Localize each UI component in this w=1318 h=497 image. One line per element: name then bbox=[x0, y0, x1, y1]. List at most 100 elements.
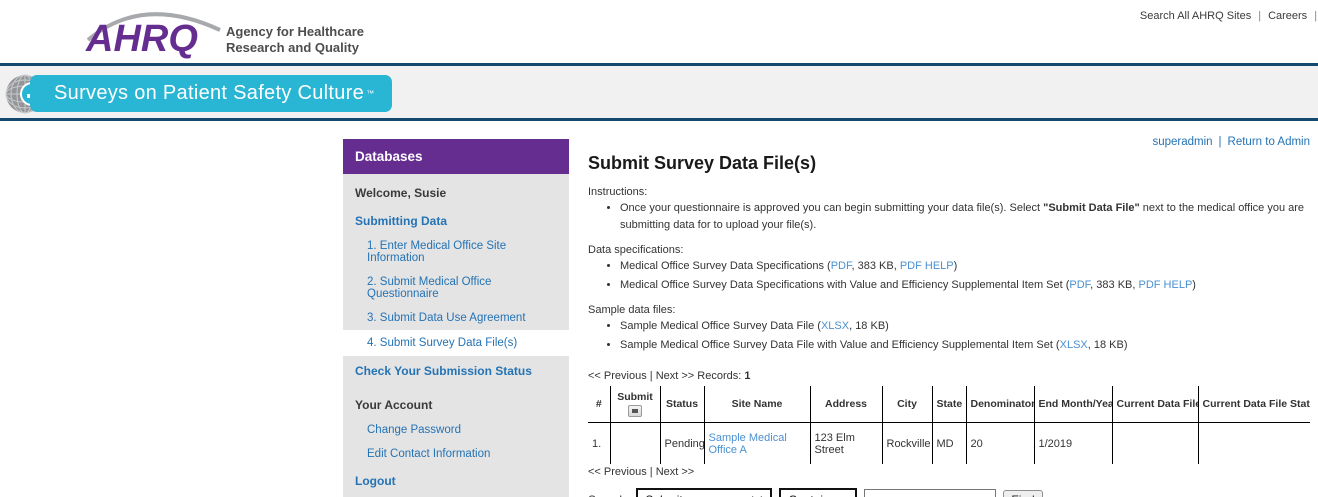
table-row: 1. PendingSample Medical Office A 123 Elm … bbox=[588, 422, 1310, 464]
text-segment: Medical Office Survey Data Specification… bbox=[620, 260, 831, 272]
sidebar: Databases Welcome, SusieSubmitting Data1… bbox=[343, 139, 569, 497]
sidebar-item-submitting-data[interactable]: Submitting Data bbox=[343, 208, 569, 234]
column-header: City bbox=[882, 386, 932, 422]
next-link[interactable]: Next >> bbox=[656, 466, 695, 478]
search-operator-select[interactable]: Contains bbox=[779, 488, 857, 497]
previous-link[interactable]: << Previous bbox=[588, 370, 647, 382]
search-operator-value: Contains bbox=[788, 493, 835, 497]
column-header-label: Current Data File Status bbox=[1203, 398, 1311, 410]
column-header: Current Data File Status bbox=[1198, 386, 1310, 422]
inline-link[interactable]: PDF bbox=[1069, 279, 1090, 291]
records-label: Records: bbox=[697, 370, 741, 382]
table-cell: 20 bbox=[966, 422, 1034, 464]
table-cell: MD bbox=[932, 422, 966, 464]
table-cell: 1. bbox=[588, 422, 610, 464]
column-header: Submit bbox=[610, 386, 660, 422]
sidebar-item-2-submit-medical-office-questionnaire[interactable]: 2. Submit Medical Office Questionnaire bbox=[343, 270, 569, 306]
text-segment: , 383 KB, bbox=[852, 260, 900, 272]
sidebar-item-logout[interactable]: Logout bbox=[343, 468, 569, 494]
site-name-link[interactable]: Sample Medical Office A bbox=[709, 432, 787, 456]
ahrq-logo[interactable]: AHRQ bbox=[84, 4, 224, 62]
agency-name: Agency for Healthcare Research and Quali… bbox=[226, 24, 386, 57]
find-button[interactable]: Find bbox=[1003, 490, 1042, 497]
sidebar-title: Databases bbox=[343, 139, 569, 174]
column-header-label: End Month/Year bbox=[1039, 398, 1113, 410]
section-label: Sample data files: bbox=[588, 304, 1314, 316]
top-link[interactable]: Search All AHRQ Sites bbox=[1140, 10, 1251, 22]
text-segment: Sample Medical Office Survey Data File ( bbox=[620, 320, 821, 332]
text-segment: Sample Medical Office Survey Data File w… bbox=[620, 339, 1060, 351]
sidebar-item-3-submit-data-use-agreement[interactable]: 3. Submit Data Use Agreement bbox=[343, 306, 569, 330]
page-title: Submit Survey Data File(s) bbox=[588, 153, 1314, 174]
submit-sort-icon bbox=[632, 409, 638, 413]
ahrq-swoosh-icon: AHRQ bbox=[84, 4, 224, 62]
table-cell bbox=[610, 422, 660, 464]
table-cell: 1/2019 bbox=[1034, 422, 1112, 464]
search-field-value: Submit bbox=[645, 493, 682, 497]
top-link-separator: | bbox=[1258, 10, 1261, 22]
search-field-select[interactable]: Submit bbox=[636, 488, 772, 497]
table-cell: Sample Medical Office A bbox=[704, 422, 810, 464]
text-segment: ) bbox=[954, 260, 958, 272]
column-header-label: Site Name bbox=[732, 398, 783, 410]
bullet-item: Once your questionnaire is approved you … bbox=[620, 200, 1310, 234]
sidebar-nav: Welcome, SusieSubmitting Data1. Enter Me… bbox=[343, 174, 569, 497]
sidebar-item-your-account: Your Account bbox=[343, 392, 569, 418]
column-header-label: Status bbox=[666, 398, 698, 410]
logo-text: AHRQ bbox=[85, 18, 198, 60]
submit-sort-button[interactable] bbox=[628, 405, 642, 417]
table-cell: Rockville bbox=[882, 422, 932, 464]
main-content: Submit Survey Data File(s) Instructions:… bbox=[588, 121, 1314, 497]
bullet-item: Medical Office Survey Data Specification… bbox=[620, 277, 1310, 294]
column-header-label: # bbox=[596, 398, 602, 410]
sidebar-item-check-your-submission-status[interactable]: Check Your Submission Status bbox=[343, 358, 569, 384]
search-bar: Search: Submit Contains Find bbox=[588, 488, 1314, 497]
search-input[interactable] bbox=[864, 489, 996, 497]
column-header: Current Data File bbox=[1112, 386, 1198, 422]
next-link[interactable]: Next >> bbox=[656, 370, 695, 382]
sidebar-item-change-password[interactable]: Change Password bbox=[343, 418, 569, 442]
table-cell bbox=[1198, 422, 1310, 464]
text-segment: ) bbox=[1192, 279, 1196, 291]
column-header-label: Address bbox=[825, 398, 867, 410]
bullet-item: Sample Medical Office Survey Data File (… bbox=[620, 318, 1310, 335]
text-segment: Once your questionnaire is approved you … bbox=[620, 202, 1043, 214]
sidebar-item-1-enter-medical-office-site-information[interactable]: 1. Enter Medical Office Site Information bbox=[343, 234, 569, 270]
submissions-table: # Submit Status Site Name Address City StateDe… bbox=[588, 386, 1310, 464]
pagination-top: << Previous | Next >> Records: 1 bbox=[588, 370, 1314, 382]
table-body: 1. PendingSample Medical Office A 123 Elm … bbox=[588, 422, 1310, 464]
records-value: 1 bbox=[744, 370, 750, 382]
text-segment: , 18 KB) bbox=[1088, 339, 1128, 351]
site-header: AHRQ Agency for Healthcare Research and … bbox=[0, 0, 1318, 66]
column-header: Denominator bbox=[966, 386, 1034, 422]
text-segment: , 383 KB, bbox=[1090, 279, 1138, 291]
column-header-label: Submit bbox=[617, 391, 653, 403]
inline-link[interactable]: XLSX bbox=[821, 320, 849, 332]
trademark-symbol: ™ bbox=[366, 89, 374, 98]
column-header-label: Current Data File bbox=[1117, 398, 1199, 410]
sidebar-item-4-submit-survey-data-file-s[interactable]: 4. Submit Survey Data File(s) bbox=[343, 330, 569, 356]
previous-link[interactable]: << Previous bbox=[588, 466, 647, 478]
column-header: Site Name bbox=[704, 386, 810, 422]
header-utility-links: Search All AHRQ Sites|Careers|C bbox=[1140, 10, 1318, 22]
inline-link[interactable]: PDF bbox=[831, 260, 852, 272]
sidebar-item-welcome-susie: Welcome, Susie bbox=[343, 180, 569, 206]
bullet-list: Once your questionnaire is approved you … bbox=[588, 200, 1314, 234]
sidebar-item-edit-contact-information[interactable]: Edit Contact Information bbox=[343, 442, 569, 466]
inline-link[interactable]: PDF HELP bbox=[1138, 279, 1192, 291]
column-header-label: State bbox=[937, 398, 963, 410]
banner-title-text: Surveys on Patient Safety Culture bbox=[54, 82, 364, 105]
inline-link[interactable]: PDF HELP bbox=[900, 260, 954, 272]
column-header: End Month/Year bbox=[1034, 386, 1112, 422]
section-label: Data specifications: bbox=[588, 244, 1314, 256]
inline-link[interactable]: XLSX bbox=[1060, 339, 1088, 351]
table-cell: 123 Elm Street bbox=[810, 422, 882, 464]
column-header: Status bbox=[660, 386, 704, 422]
column-header: # bbox=[588, 386, 610, 422]
top-link[interactable]: Careers bbox=[1268, 10, 1307, 22]
pagination-bottom: << Previous | Next >> bbox=[588, 466, 1314, 478]
table-cell: Pending bbox=[660, 422, 704, 464]
bullet-list: Sample Medical Office Survey Data File (… bbox=[588, 318, 1314, 354]
top-link-separator: | bbox=[1314, 10, 1317, 22]
section-label: Instructions: bbox=[588, 186, 1314, 198]
